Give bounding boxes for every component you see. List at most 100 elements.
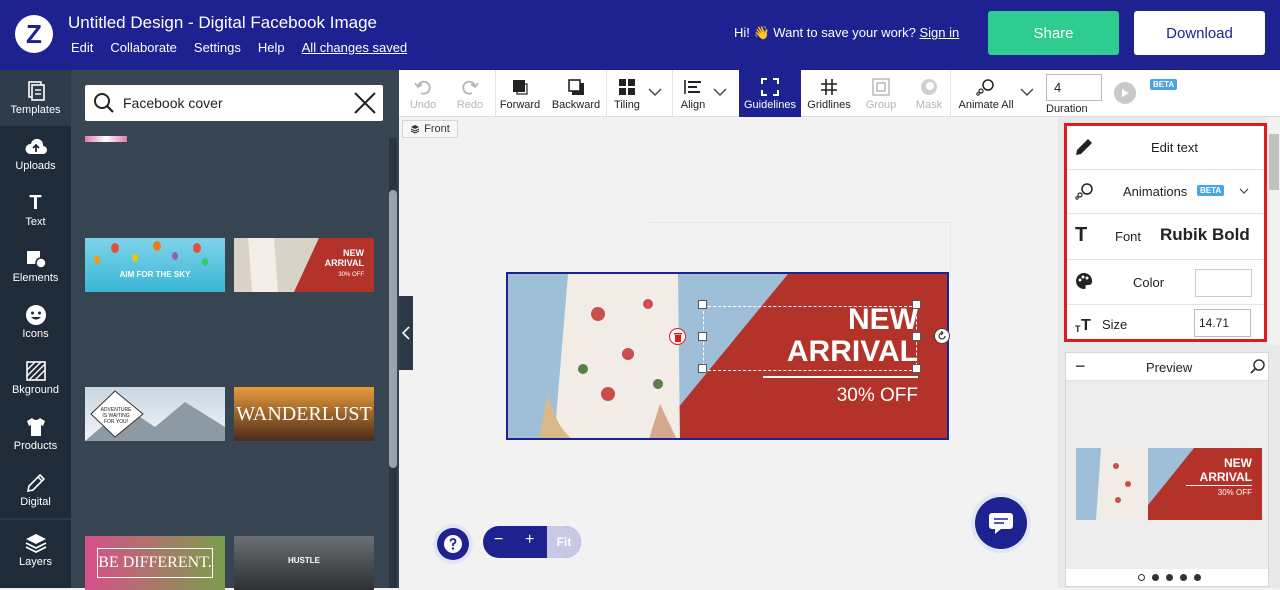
resize-handle[interactable]: [698, 300, 707, 309]
front-side-button[interactable]: Front: [402, 120, 458, 138]
page-dot[interactable]: [1166, 574, 1173, 581]
guideline: [650, 222, 950, 223]
svg-text:T: T: [1081, 317, 1091, 333]
nav-elements[interactable]: Elements: [0, 238, 71, 294]
search-input[interactable]: [123, 91, 343, 115]
nav-label: Bkground: [11, 384, 60, 396]
backward-button[interactable]: Backward: [549, 70, 603, 117]
zoom-fit-button[interactable]: Fit: [547, 526, 581, 558]
resize-handle[interactable]: [698, 332, 707, 341]
font-label: Font: [1115, 229, 1142, 244]
collapse-panel-button[interactable]: [399, 296, 413, 370]
gridlines-button[interactable]: Gridlines: [805, 70, 853, 117]
edit-text-row[interactable]: Edit text: [1067, 126, 1264, 170]
template-thumbnail[interactable]: AIM FOR THE SKY: [85, 238, 225, 292]
nav-icons[interactable]: Icons: [0, 294, 71, 350]
nav-templates[interactable]: Templates: [0, 70, 71, 126]
zoom-search-icon[interactable]: [1250, 359, 1265, 374]
zoom-in-button[interactable]: +: [525, 531, 534, 549]
help-button[interactable]: [437, 528, 469, 560]
group-button[interactable]: Group: [861, 70, 901, 117]
forward-button[interactable]: Forward: [497, 70, 543, 117]
chevron-down-icon[interactable]: [713, 88, 727, 96]
template-thumbnail-partial[interactable]: [85, 136, 127, 142]
menu-help[interactable]: Help: [258, 40, 285, 55]
beta-badge: BETA: [1150, 79, 1178, 90]
preview-headline-line-2: ARRIVAL: [1199, 470, 1252, 484]
resize-handle[interactable]: [912, 332, 921, 341]
sign-in-link[interactable]: Sign in: [920, 25, 960, 40]
font-value[interactable]: Rubik Bold: [1160, 225, 1250, 245]
rotate-icon: [938, 331, 946, 340]
page-dot[interactable]: [1180, 574, 1187, 581]
toolbar-separator: [606, 70, 607, 117]
nav-text[interactable]: T Text: [0, 182, 71, 238]
tool-label: Animate All: [958, 99, 1014, 111]
font-row[interactable]: T Font Rubik Bold: [1067, 214, 1264, 260]
resize-handle[interactable]: [912, 364, 921, 373]
chat-button[interactable]: [975, 497, 1027, 549]
search-icon: [93, 92, 115, 114]
logo-letter: Z: [26, 18, 42, 49]
mask-button[interactable]: Mask: [909, 70, 949, 117]
text-icon: T: [29, 191, 42, 214]
size-input[interactable]: 14.71: [1194, 309, 1251, 337]
animations-row[interactable]: Animations BETA: [1067, 170, 1264, 214]
preview-image[interactable]: NEW ARRIVAL 30% OFF: [1076, 448, 1262, 520]
preview-header: − Preview: [1066, 353, 1268, 381]
color-label: Color: [1133, 275, 1165, 290]
menu-edit[interactable]: Edit: [71, 40, 93, 55]
resize-handle[interactable]: [912, 300, 921, 309]
nav-uploads[interactable]: Uploads: [0, 126, 71, 182]
template-thumbnail[interactable]: NEW ARRIVAL 30% OFF: [234, 238, 374, 292]
nav-products[interactable]: Products: [0, 406, 71, 462]
share-button[interactable]: Share: [988, 11, 1119, 55]
color-swatch[interactable]: [1195, 269, 1252, 297]
size-row[interactable]: TT Size 14.71: [1067, 305, 1264, 343]
page-dot[interactable]: [1152, 574, 1159, 581]
properties-scrollbar-thumb[interactable]: [1269, 134, 1279, 190]
chevron-down-icon[interactable]: [1239, 188, 1249, 194]
template-thumbnail[interactable]: WANDERLUST: [234, 387, 374, 441]
gridlines-icon: [820, 76, 838, 98]
delete-element-button[interactable]: [669, 328, 686, 345]
nav-background[interactable]: Bkground: [0, 350, 71, 406]
canvas-discount[interactable]: 30% OFF: [768, 385, 918, 407]
zoom-out-button[interactable]: −: [494, 531, 503, 549]
rotate-handle[interactable]: [934, 328, 950, 344]
animate-all-button[interactable]: Animate All: [955, 70, 1017, 117]
font-size-icon: TT: [1075, 315, 1095, 333]
guidelines-button[interactable]: Guidelines: [739, 70, 801, 117]
duration-input[interactable]: 4: [1046, 74, 1102, 101]
color-row[interactable]: Color: [1067, 260, 1264, 305]
tiling-button[interactable]: Tiling: [609, 70, 645, 117]
nav-digital[interactable]: Digital: [0, 462, 71, 518]
play-button[interactable]: [1114, 82, 1136, 104]
nav-layers[interactable]: Layers: [0, 522, 71, 578]
panel-scrollbar-thumb[interactable]: [389, 190, 397, 468]
collapse-preview-button[interactable]: −: [1075, 356, 1086, 377]
template-thumbnail[interactable]: BE DIFFERENT.: [85, 536, 225, 590]
chevron-down-icon[interactable]: [1020, 88, 1034, 96]
download-button[interactable]: Download: [1134, 11, 1265, 55]
menu-settings[interactable]: Settings: [194, 40, 241, 55]
template-thumbnail[interactable]: ADVENTURE IS WAITING FOR YOU!: [85, 387, 225, 441]
clear-search-icon[interactable]: [353, 91, 377, 115]
redo-button[interactable]: Redo: [450, 70, 490, 117]
design-canvas[interactable]: NEW ARRIVAL 30% OFF: [506, 272, 949, 440]
thumbnail-text: WANDERLUST: [236, 403, 372, 425]
nav-label: Products: [13, 440, 58, 452]
align-button[interactable]: Align: [676, 70, 710, 117]
saved-status-link[interactable]: All changes saved: [302, 40, 408, 55]
resize-handle[interactable]: [698, 364, 707, 373]
page-dot[interactable]: [1138, 574, 1145, 581]
menu-collaborate[interactable]: Collaborate: [110, 40, 177, 55]
template-thumbnail[interactable]: HUSTLE: [234, 536, 374, 590]
chevron-down-icon[interactable]: [648, 88, 662, 96]
page-dot[interactable]: [1194, 574, 1201, 581]
save-prompt-text: Hi! 👋 Want to save your work?: [734, 25, 916, 40]
undo-button[interactable]: Undo: [403, 70, 443, 117]
zazzle-logo[interactable]: Z: [15, 15, 53, 53]
pen-icon: [26, 472, 46, 494]
group-icon: [872, 76, 890, 98]
